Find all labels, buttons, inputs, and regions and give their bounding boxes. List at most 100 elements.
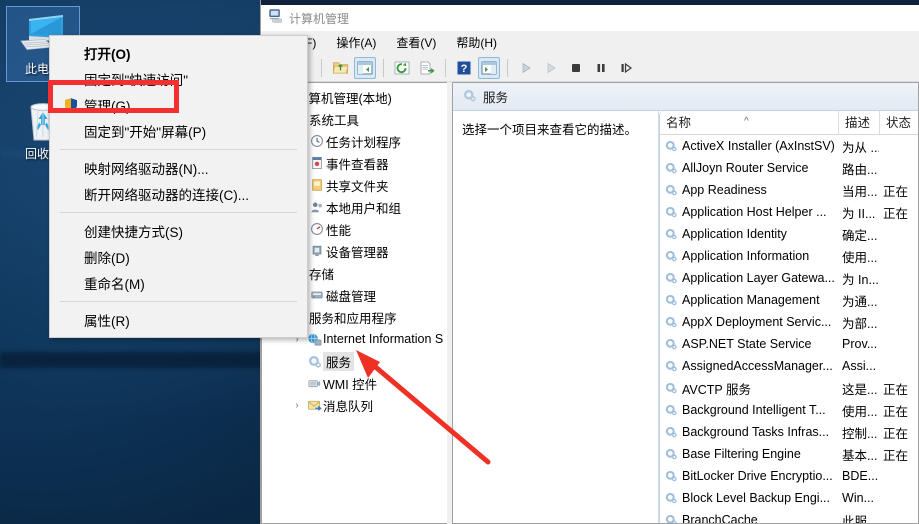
- service-description-cell: Win...: [842, 491, 874, 505]
- table-row[interactable]: Background Intelligent T... 使用... 正在: [660, 399, 918, 421]
- context-menu-item-map-network-drive[interactable]: 映射网络驱动器(N)...: [50, 155, 307, 181]
- services-rows-container[interactable]: ActiveX Installer (AxInstSV) 为从 ... AllJoy…: [660, 135, 918, 523]
- context-menu-separator: [60, 149, 297, 150]
- table-row[interactable]: AVCTP 服务 这是... 正在: [660, 377, 918, 399]
- column-header-description[interactable]: 描述: [837, 111, 879, 135]
- service-name-text: BranchCache: [682, 513, 758, 523]
- tree-node-label: 事件查看器: [326, 157, 389, 172]
- context-menu-item-properties[interactable]: 属性(R): [50, 307, 307, 333]
- service-name-text: AVCTP 服务: [682, 382, 751, 397]
- table-row[interactable]: BitLocker Drive Encryptio... BDE...: [660, 465, 918, 487]
- service-gear-icon: [665, 448, 677, 460]
- services-list-header[interactable]: 名称 ^ 描述 状态: [660, 111, 918, 135]
- context-menu-label: 属性(R): [84, 314, 130, 329]
- device-manager-icon: [308, 244, 326, 258]
- message-queue-icon: [305, 398, 323, 413]
- context-menu-item-delete[interactable]: 删除(D): [50, 244, 307, 270]
- table-row[interactable]: Background Tasks Infras... 控制... 正在: [660, 421, 918, 443]
- service-gear-icon: [664, 139, 678, 153]
- table-row[interactable]: Application Layer Gatewa... 为 In...: [660, 267, 918, 289]
- pause-service-icon[interactable]: [590, 57, 612, 79]
- tree-node-label: 性能: [326, 223, 352, 238]
- table-row[interactable]: AllJoyn Router Service 路由...: [660, 157, 918, 179]
- context-menu-item-pin-to-start[interactable]: 固定到"开始"屏幕(P): [50, 118, 307, 144]
- chevron-right-icon[interactable]: ›: [289, 400, 305, 411]
- context-menu-item-rename[interactable]: 重命名(M): [50, 270, 307, 296]
- table-row[interactable]: Application Management 为通...: [660, 289, 918, 311]
- service-name-cell: Background Tasks Infras...: [660, 425, 838, 439]
- tree-node-label: 存储: [309, 267, 335, 282]
- start-service-icon[interactable]: [515, 57, 537, 79]
- service-gear-icon: [664, 425, 678, 439]
- menu-item-help[interactable]: 帮助(H): [446, 32, 507, 53]
- service-status-cell: 正在: [883, 426, 909, 441]
- service-gear-icon: [664, 403, 678, 417]
- toolbar[interactable]: ?: [261, 54, 919, 82]
- context-menu-item-manage[interactable]: 管理(G): [50, 92, 307, 118]
- help-icon[interactable]: ?: [453, 57, 475, 79]
- context-menu-label: 固定到"快速访问": [84, 73, 189, 88]
- tree-node-label: 任务计划程序: [326, 135, 402, 150]
- service-name-cell: Application Management: [660, 293, 838, 307]
- event-viewer-icon: [308, 156, 326, 170]
- table-row[interactable]: BranchCache 此服...: [660, 509, 918, 523]
- services-list[interactable]: 名称 ^ 描述 状态 ActiveX Installer (AxInstSV) 为…: [659, 111, 918, 523]
- table-row[interactable]: Application Identity 确定...: [660, 223, 918, 245]
- service-name-cell: App Readiness: [660, 183, 838, 197]
- window-titlebar[interactable]: 计算机管理: [261, 5, 919, 31]
- context-menu-item-disconnect-network-drive[interactable]: 断开网络驱动器的连接(C)...: [50, 181, 307, 207]
- menu-bar[interactable]: 文件(F) 操作(A) 查看(V) 帮助(H): [261, 31, 919, 54]
- restart-service-icon[interactable]: [615, 57, 637, 79]
- table-row[interactable]: Application Information 使用...: [660, 245, 918, 267]
- show-hide-tree-icon[interactable]: [354, 56, 376, 79]
- service-name-cell: AppX Deployment Servic...: [660, 315, 838, 329]
- context-menu-item-open[interactable]: 打开(O): [50, 40, 307, 66]
- context-menu-item-pin-quick-access[interactable]: 固定到"快速访问": [50, 66, 307, 92]
- up-folder-icon[interactable]: [329, 57, 351, 79]
- tree-node-wmi-control[interactable]: WMI 控件: [262, 372, 447, 394]
- table-row[interactable]: ActiveX Installer (AxInstSV) 为从 ...: [660, 135, 918, 157]
- tree-node-label: WMI 控件: [323, 377, 378, 392]
- service-name-text: App Readiness: [682, 183, 767, 197]
- toolbar-separator: [507, 58, 508, 77]
- show-action-pane-icon[interactable]: [478, 56, 500, 79]
- table-row[interactable]: AppX Deployment Servic... 为部...: [660, 311, 918, 333]
- column-header-name[interactable]: 名称 ^: [660, 111, 838, 135]
- desktop-context-menu[interactable]: 打开(O) 固定到"快速访问" 管理(G) 固定到"开始"屏幕(P) 映射网络驱…: [49, 35, 308, 338]
- service-status-cell: 正在: [883, 404, 909, 419]
- table-row[interactable]: AssignedAccessManager... Assi...: [660, 355, 918, 377]
- service-description-cell: 使用...: [842, 404, 878, 419]
- export-list-icon[interactable]: [416, 57, 438, 79]
- service-description-placeholder: 选择一个项目来查看它的描述。: [462, 123, 638, 137]
- service-name-text: Application Information: [682, 249, 810, 263]
- context-menu-item-create-shortcut[interactable]: 创建快捷方式(S): [50, 218, 307, 244]
- svg-text:?: ?: [461, 63, 468, 75]
- service-name-cell: BranchCache: [660, 513, 838, 523]
- menu-item-action[interactable]: 操作(A): [326, 32, 386, 53]
- service-name-text: Application Identity: [682, 227, 787, 241]
- table-row[interactable]: App Readiness 当用... 正在: [660, 179, 918, 201]
- column-header-status[interactable]: 状态: [878, 111, 918, 135]
- context-menu-label: 映射网络驱动器(N)...: [84, 162, 209, 177]
- service-status-cell: 正在: [883, 382, 909, 397]
- tree-node-services[interactable]: 服务: [262, 350, 447, 372]
- table-row[interactable]: Block Level Backup Engi... Win...: [660, 487, 918, 509]
- service-gear-icon: [664, 359, 678, 373]
- service-name-text: ASP.NET State Service: [682, 337, 812, 351]
- refresh-icon[interactable]: [391, 57, 413, 79]
- tree-node-message-queue[interactable]: › 消息队列: [262, 394, 447, 416]
- table-row[interactable]: ASP.NET State Service Prov...: [660, 333, 918, 355]
- stop-service-icon[interactable]: [565, 57, 587, 79]
- service-status-cell: 正在: [883, 206, 909, 221]
- service-name-text: AppX Deployment Servic...: [682, 315, 832, 329]
- service-description-cell: 为从 ...: [842, 140, 879, 155]
- table-row[interactable]: Base Filtering Engine 基本... 正在: [660, 443, 918, 465]
- service-name-cell: Base Filtering Engine: [660, 447, 838, 461]
- menu-item-view[interactable]: 查看(V): [386, 32, 446, 53]
- service-gear-icon: [665, 272, 677, 284]
- table-row[interactable]: Application Host Helper ... 为 II... 正在: [660, 201, 918, 223]
- context-menu-separator: [60, 212, 297, 213]
- resume-service-icon[interactable]: [540, 57, 562, 79]
- service-name-text: Application Management: [682, 293, 820, 307]
- service-name-text: ActiveX Installer (AxInstSV): [682, 139, 835, 153]
